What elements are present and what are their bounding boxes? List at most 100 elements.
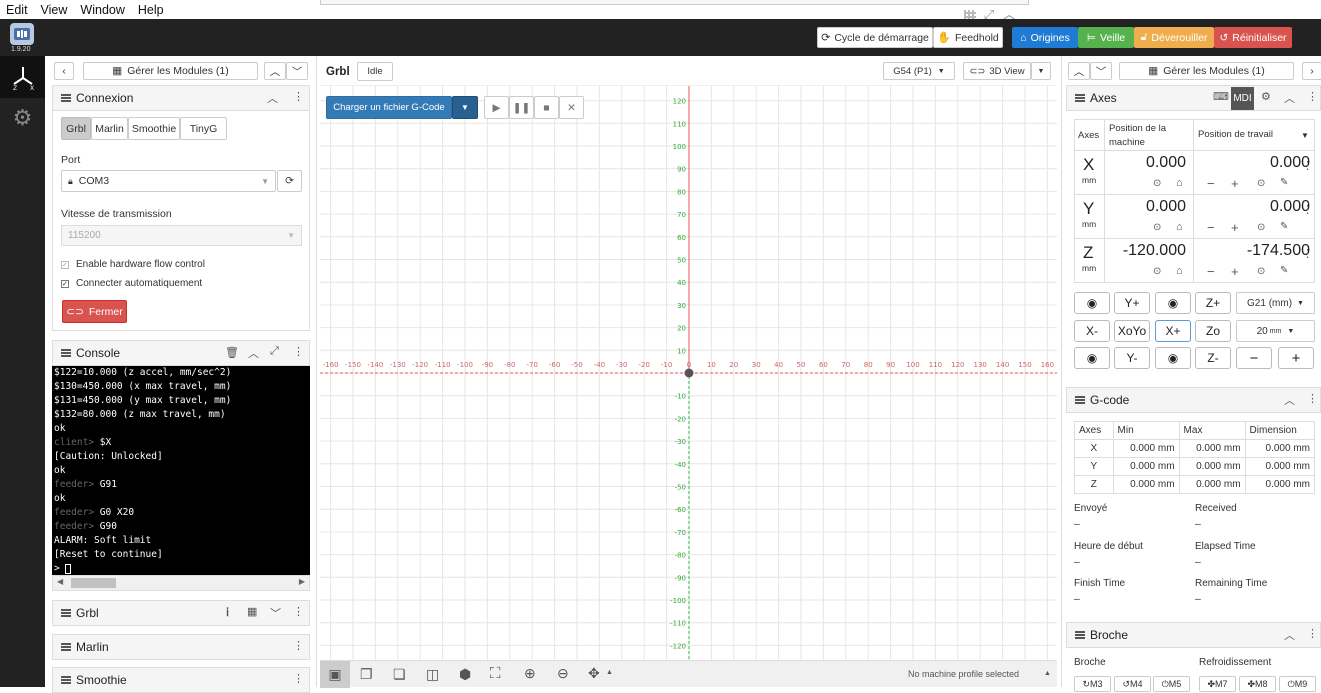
goto-zero-icon[interactable]: ⊙ [1153, 178, 1161, 189]
jog-yminus-button[interactable]: Y- [1114, 347, 1150, 369]
baud-select[interactable]: 115200 ▼ [61, 225, 302, 246]
tab-tinyg[interactable]: TinyG [180, 117, 227, 140]
info-icon[interactable]: ⅰ [226, 606, 229, 619]
goto-zero-icon[interactable]: ⊙ [1257, 222, 1265, 233]
mdi-toggle[interactable]: MDI [1231, 87, 1254, 110]
collapse-icon[interactable]: ︿ [267, 90, 278, 106]
left-scroll-up-button[interactable]: ︿ [264, 62, 286, 80]
edit-icon[interactable]: ✎ [1280, 221, 1288, 232]
refresh-ports-button[interactable]: ⟳ [277, 170, 302, 192]
menu-icon[interactable] [61, 609, 71, 617]
trash-icon[interactable]: 🗑︎ [225, 346, 239, 359]
zoom-in-icon[interactable]: ⊕ [524, 665, 536, 682]
jog-xminus-yminus-button[interactable]: ◉ [1074, 347, 1110, 369]
edit-icon[interactable]: ✎ [1280, 177, 1288, 188]
more-icon[interactable]: ⋮ [1307, 90, 1318, 103]
jog-zo-button[interactable]: Zo [1195, 320, 1231, 342]
jog-xplus-yplus-button[interactable]: ◉ [1155, 292, 1191, 314]
goto-zero-icon[interactable]: ⊙ [1153, 266, 1161, 277]
jog-xplus-button[interactable]: X+ [1155, 320, 1191, 342]
edit-icon[interactable]: ✎ [1280, 265, 1288, 276]
caret-up-icon[interactable]: ▲ [1044, 670, 1051, 677]
expand-down-icon[interactable]: ﹀ [270, 605, 281, 621]
tab-marlin[interactable]: Marlin [91, 117, 128, 140]
jog-xminus-button[interactable]: X- [1074, 320, 1110, 342]
goto-zero-icon[interactable]: ⊙ [1257, 266, 1265, 277]
cube-right-icon[interactable]: ◫ [426, 666, 439, 683]
load-gcode-button[interactable]: Charger un fichier G-Code [326, 96, 452, 119]
m8-button[interactable]: ✤ M8 [1239, 676, 1276, 692]
m4-button[interactable]: ↺ M4 [1114, 676, 1151, 692]
more-icon[interactable]: ⋮ [293, 672, 304, 685]
port-select[interactable]: 🔒︎ COM3 ▼ [61, 170, 276, 192]
more-icon[interactable]: ⋮ [293, 345, 304, 358]
origines-button[interactable]: ⌂ Origines [1012, 27, 1078, 48]
right-scroll-down-button[interactable]: ﹀ [1090, 62, 1112, 80]
view-3d-button[interactable]: ▣ [320, 661, 350, 688]
plus-icon[interactable]: + [1231, 176, 1239, 191]
toggle-view-icon[interactable]: ▦ [247, 605, 257, 618]
view-mode-button[interactable]: ⊂⊃ 3D View [963, 62, 1031, 80]
scrollbar-thumb[interactable] [71, 578, 116, 588]
collapse-icon[interactable]: ︿ [1284, 627, 1295, 643]
m9-button[interactable]: ⏻ M9 [1279, 676, 1316, 692]
minus-icon[interactable]: − [1207, 264, 1215, 279]
right-manage-modules-button[interactable]: ▦ Gérer les Modules (1) [1119, 62, 1294, 80]
unlock-button[interactable]: 🔓︎ Déverouiller [1134, 27, 1214, 48]
run-button[interactable]: ▶ [484, 96, 509, 119]
step-increase-button[interactable]: + [1278, 347, 1314, 369]
move-icon[interactable]: ✥ [588, 665, 600, 682]
home-icon[interactable]: ⌂ [1176, 265, 1183, 277]
left-collapse-button[interactable]: ‹ [54, 62, 74, 80]
more-icon[interactable]: ⋮ [293, 605, 304, 618]
plus-icon[interactable]: + [1231, 264, 1239, 279]
cube-front-icon[interactable]: ❐ [360, 666, 373, 683]
plus-icon[interactable]: + [1231, 220, 1239, 235]
more-icon[interactable]: ⋮ [1302, 247, 1313, 260]
m5-button[interactable]: ⏻ M5 [1153, 676, 1190, 692]
more-icon[interactable]: ⋮ [1307, 627, 1318, 640]
home-icon[interactable]: ⌂ [1176, 221, 1183, 233]
home-icon[interactable]: ⌂ [1176, 177, 1183, 189]
menu-icon[interactable] [1075, 631, 1085, 639]
zoom-out-icon[interactable]: ⊖ [557, 665, 569, 682]
goto-zero-icon[interactable]: ⊙ [1153, 222, 1161, 233]
more-icon[interactable]: ⋮ [1302, 159, 1313, 172]
more-icon[interactable]: ⋮ [1307, 392, 1318, 405]
keyboard-icon[interactable]: ⌨ [1213, 90, 1229, 103]
jog-xplus-yminus-button[interactable]: ◉ [1155, 347, 1191, 369]
fit-view-icon[interactable]: ⛶ [490, 665, 501, 682]
work-position[interactable]: -174.500 [1247, 242, 1310, 260]
caret-up-icon[interactable]: ▲ [606, 669, 613, 676]
view-options-dropdown[interactable]: ▼ [1031, 62, 1051, 80]
more-icon[interactable]: ⋮ [293, 639, 304, 652]
caret-down-icon[interactable]: ▼ [1301, 131, 1309, 140]
jog-yplus-button[interactable]: Y+ [1114, 292, 1150, 314]
m3-button[interactable]: ↻ M3 [1074, 676, 1111, 692]
veille-button[interactable]: ⊨ Veille [1078, 27, 1134, 48]
menu-icon[interactable] [61, 94, 71, 102]
menu-window[interactable]: Window [80, 3, 124, 17]
tab-grbl[interactable]: Grbl [61, 117, 91, 140]
console-scrollbar[interactable]: ◀ ▶ [52, 575, 310, 591]
left-scroll-down-button[interactable]: ﹀ [286, 62, 308, 80]
menu-edit[interactable]: Edit [6, 3, 28, 17]
collapse-icon[interactable]: ︿ [248, 345, 259, 361]
more-icon[interactable]: ⋮ [1302, 203, 1313, 216]
menu-view[interactable]: View [41, 3, 68, 17]
more-icon[interactable]: ⋮ [293, 90, 304, 103]
stop-button[interactable]: ■ [534, 96, 559, 119]
jog-xminus-yplus-button[interactable]: ◉ [1074, 292, 1110, 314]
feedhold-button[interactable]: ✋ Feedhold [933, 27, 1003, 48]
nav-workspace[interactable]: Z X [0, 56, 45, 98]
reset-button[interactable]: ↺ Réinitialiser [1214, 27, 1292, 48]
scroll-left-icon[interactable]: ◀ [57, 577, 63, 586]
gear-icon[interactable]: ⚙ [1261, 90, 1271, 103]
visualizer-canvas[interactable]: -160 -150 -140 -130 -120 -110 -100 -90 -80 -70 -60… [320, 86, 1057, 660]
step-decrease-button[interactable]: − [1236, 347, 1272, 369]
cube-left-icon[interactable]: ❏ [393, 666, 406, 683]
console-cursor[interactable] [65, 563, 72, 574]
flow-control-checkbox[interactable]: ✓ Enable hardware flow control [61, 259, 205, 270]
menu-icon[interactable] [1075, 94, 1085, 102]
close-gcode-button[interactable]: ✕ [559, 96, 584, 119]
